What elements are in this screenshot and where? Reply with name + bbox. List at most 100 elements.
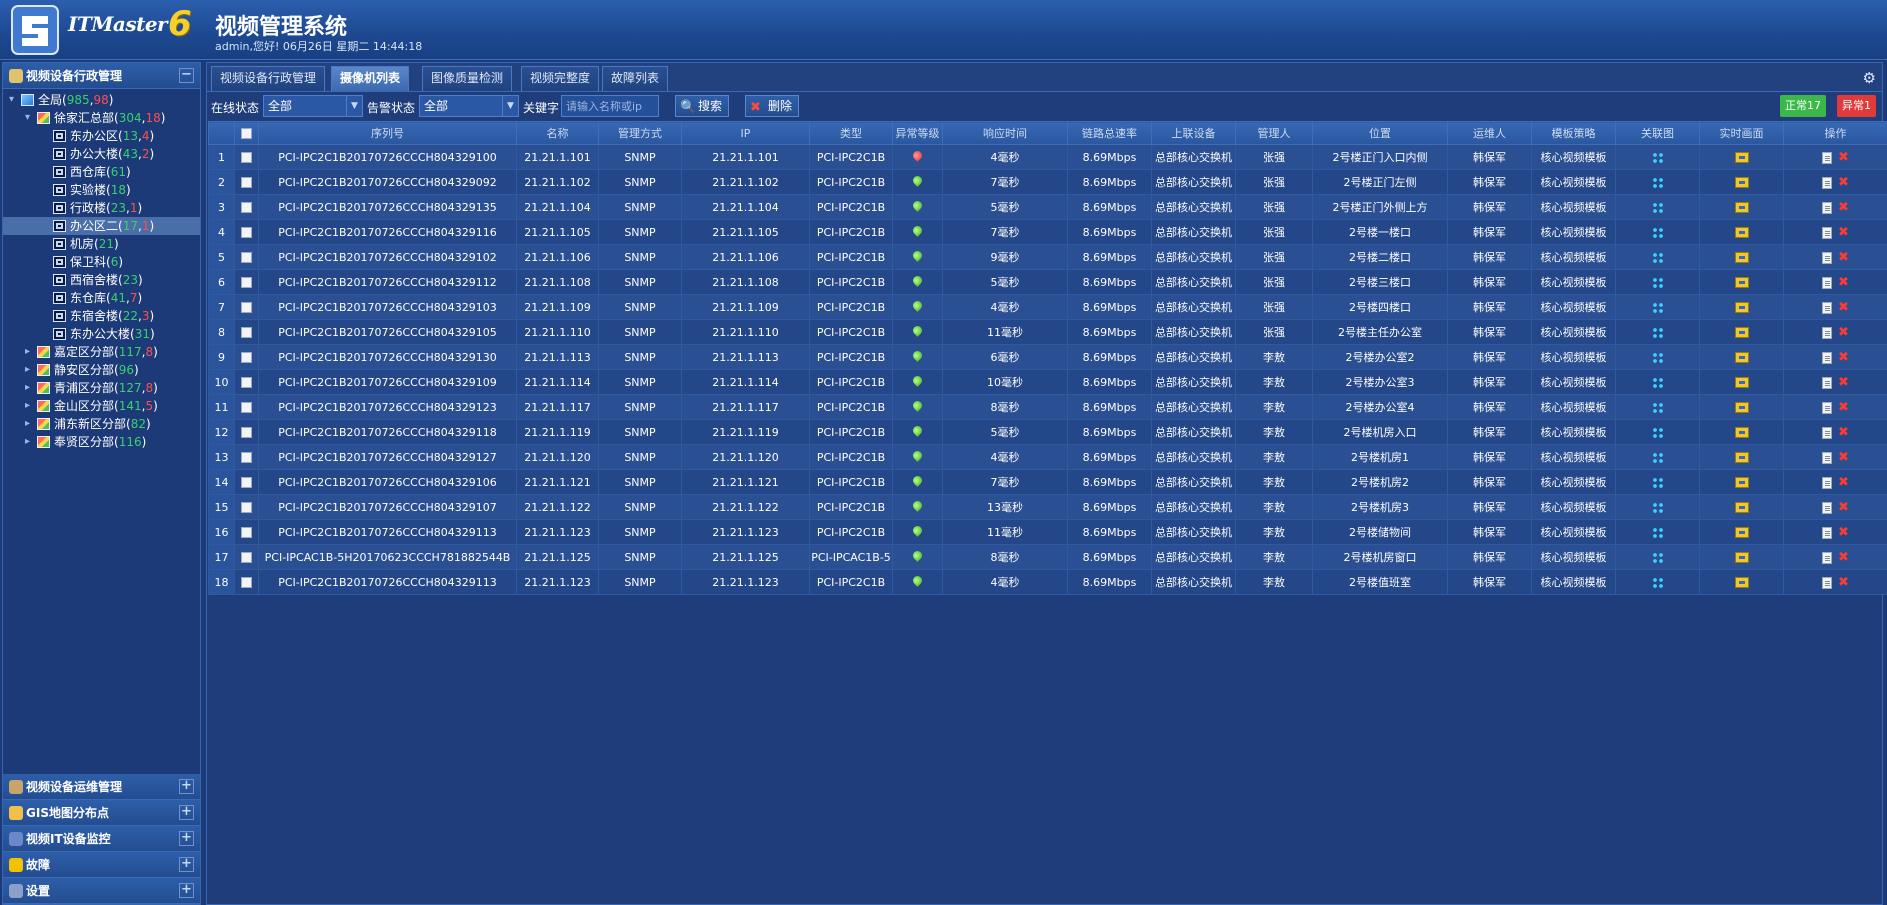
edit-icon[interactable]: [1822, 201, 1833, 214]
row-checkbox[interactable]: [241, 202, 252, 213]
column-header[interactable]: 模板策略: [1531, 121, 1616, 145]
row-checkbox[interactable]: [241, 252, 252, 263]
table-row[interactable]: 18 PCI-IPC2C1B20170726CCCH804329113 21.21.…: [208, 569, 1887, 595]
column-header[interactable]: 响应时间: [942, 121, 1068, 145]
tree-node[interactable]: 东办公区(13,4): [3, 127, 200, 145]
sidebar-section-admin[interactable]: 视频设备行政管理 −: [3, 63, 200, 89]
topology-icon[interactable]: [1651, 252, 1664, 263]
row-checkbox[interactable]: [241, 552, 252, 563]
topology-icon[interactable]: [1651, 427, 1664, 438]
tree-node[interactable]: 实验楼(18): [3, 181, 200, 199]
monitor-icon[interactable]: [1734, 577, 1749, 588]
table-row[interactable]: 5 PCI-IPC2C1B20170726CCCH804329102 21.21.1…: [208, 244, 1887, 270]
monitor-icon[interactable]: [1734, 277, 1749, 288]
edit-icon[interactable]: [1822, 301, 1833, 314]
monitor-icon[interactable]: [1734, 527, 1749, 538]
edit-icon[interactable]: [1822, 501, 1833, 514]
delete-button[interactable]: ✖ 删除: [745, 95, 800, 117]
delete-icon[interactable]: ✖: [1838, 426, 1849, 439]
tree-toggle-icon[interactable]: ▸: [25, 433, 30, 451]
row-checkbox[interactable]: [241, 577, 252, 588]
monitor-icon[interactable]: [1734, 402, 1749, 413]
topology-icon[interactable]: [1651, 152, 1664, 163]
delete-icon[interactable]: ✖: [1838, 251, 1849, 264]
alarm-status-select[interactable]: 全部 ▼: [419, 95, 519, 117]
monitor-icon[interactable]: [1734, 352, 1749, 363]
row-checkbox[interactable]: [241, 302, 252, 313]
topology-icon[interactable]: [1651, 552, 1664, 563]
delete-icon[interactable]: ✖: [1838, 576, 1849, 589]
column-header[interactable]: 运维人: [1447, 121, 1532, 145]
edit-icon[interactable]: [1822, 576, 1833, 589]
monitor-icon[interactable]: [1734, 152, 1749, 163]
delete-icon[interactable]: ✖: [1838, 401, 1849, 414]
topology-icon[interactable]: [1651, 277, 1664, 288]
edit-icon[interactable]: [1822, 526, 1833, 539]
edit-icon[interactable]: [1822, 151, 1833, 164]
tree-toggle-icon[interactable]: ▾: [25, 109, 30, 127]
table-row[interactable]: 4 PCI-IPC2C1B20170726CCCH804329116 21.21.1…: [208, 219, 1887, 245]
tree-toggle-icon[interactable]: ▾: [9, 91, 14, 109]
tree-node[interactable]: ▸ 嘉定区分部(117,8): [3, 343, 200, 361]
sidebar-section-gis[interactable]: GIS地图分布点 +: [3, 800, 200, 826]
tree-toggle-icon[interactable]: ▸: [25, 361, 30, 379]
monitor-icon[interactable]: [1734, 477, 1749, 488]
monitor-icon[interactable]: [1734, 227, 1749, 238]
tree-node[interactable]: ▸ 青浦区分部(127,8): [3, 379, 200, 397]
topology-icon[interactable]: [1651, 227, 1664, 238]
topology-icon[interactable]: [1651, 477, 1664, 488]
row-checkbox[interactable]: [241, 227, 252, 238]
monitor-icon[interactable]: [1734, 552, 1749, 563]
column-header[interactable]: 管理人: [1235, 121, 1313, 145]
tree-toggle-icon[interactable]: ▸: [25, 379, 30, 397]
edit-icon[interactable]: [1822, 226, 1833, 239]
expand-toggle[interactable]: +: [179, 883, 194, 898]
edit-icon[interactable]: [1822, 451, 1833, 464]
tab-fault-list[interactable]: 故障列表: [602, 66, 669, 91]
delete-icon[interactable]: ✖: [1838, 476, 1849, 489]
delete-icon[interactable]: ✖: [1838, 451, 1849, 464]
tree-node[interactable]: ▾ 全局(985,98): [3, 91, 200, 109]
tree-toggle-icon[interactable]: ▸: [25, 397, 30, 415]
tree-node[interactable]: ▸ 金山区分部(141,5): [3, 397, 200, 415]
column-header[interactable]: 上联设备: [1151, 121, 1236, 145]
tree-node[interactable]: 保卫科(6): [3, 253, 200, 271]
topology-icon[interactable]: [1651, 377, 1664, 388]
column-header[interactable]: 异常等级: [892, 121, 943, 145]
delete-icon[interactable]: ✖: [1838, 376, 1849, 389]
delete-icon[interactable]: ✖: [1838, 351, 1849, 364]
row-checkbox[interactable]: [241, 152, 252, 163]
tree-node[interactable]: 行政楼(23,1): [3, 199, 200, 217]
row-checkbox[interactable]: [241, 502, 252, 513]
tree-node[interactable]: ▸ 静安区分部(96): [3, 361, 200, 379]
edit-icon[interactable]: [1822, 401, 1833, 414]
sidebar-section-monitor[interactable]: 视频IT设备监控 +: [3, 826, 200, 852]
row-checkbox[interactable]: [241, 277, 252, 288]
tab-camera-list[interactable]: 摄像机列表: [331, 66, 410, 91]
delete-icon[interactable]: ✖: [1838, 501, 1849, 514]
table-row[interactable]: 13 PCI-IPC2C1B20170726CCCH804329127 21.21.…: [208, 444, 1887, 470]
tab-video-integrity[interactable]: 视频完整度: [521, 66, 600, 91]
monitor-icon[interactable]: [1734, 427, 1749, 438]
topology-icon[interactable]: [1651, 352, 1664, 363]
tree-node[interactable]: 西仓库(61): [3, 163, 200, 181]
table-row[interactable]: 11 PCI-IPC2C1B20170726CCCH804329123 21.21.…: [208, 394, 1887, 420]
row-checkbox[interactable]: [241, 327, 252, 338]
tab-device-admin[interactable]: 视频设备行政管理: [211, 66, 326, 91]
edit-icon[interactable]: [1822, 426, 1833, 439]
sidebar-section-fault[interactable]: 故障 +: [3, 852, 200, 878]
edit-icon[interactable]: [1822, 251, 1833, 264]
column-header[interactable]: 名称: [516, 121, 599, 145]
delete-icon[interactable]: ✖: [1838, 201, 1849, 214]
online-status-select[interactable]: 全部 ▼: [263, 95, 363, 117]
delete-icon[interactable]: ✖: [1838, 151, 1849, 164]
delete-icon[interactable]: ✖: [1838, 276, 1849, 289]
delete-icon[interactable]: ✖: [1838, 526, 1849, 539]
tree-node[interactable]: ▸ 浦东新区分部(82): [3, 415, 200, 433]
search-button[interactable]: 🔍 搜索: [675, 95, 730, 117]
column-header[interactable]: 序列号: [258, 121, 517, 145]
tab-image-quality[interactable]: 图像质量检测: [422, 66, 513, 91]
table-row[interactable]: 6 PCI-IPC2C1B20170726CCCH804329112 21.21.1…: [208, 269, 1887, 295]
tree-node[interactable]: 东仓库(41,7): [3, 289, 200, 307]
abnormal-count-badge[interactable]: 异常1: [1837, 95, 1876, 117]
